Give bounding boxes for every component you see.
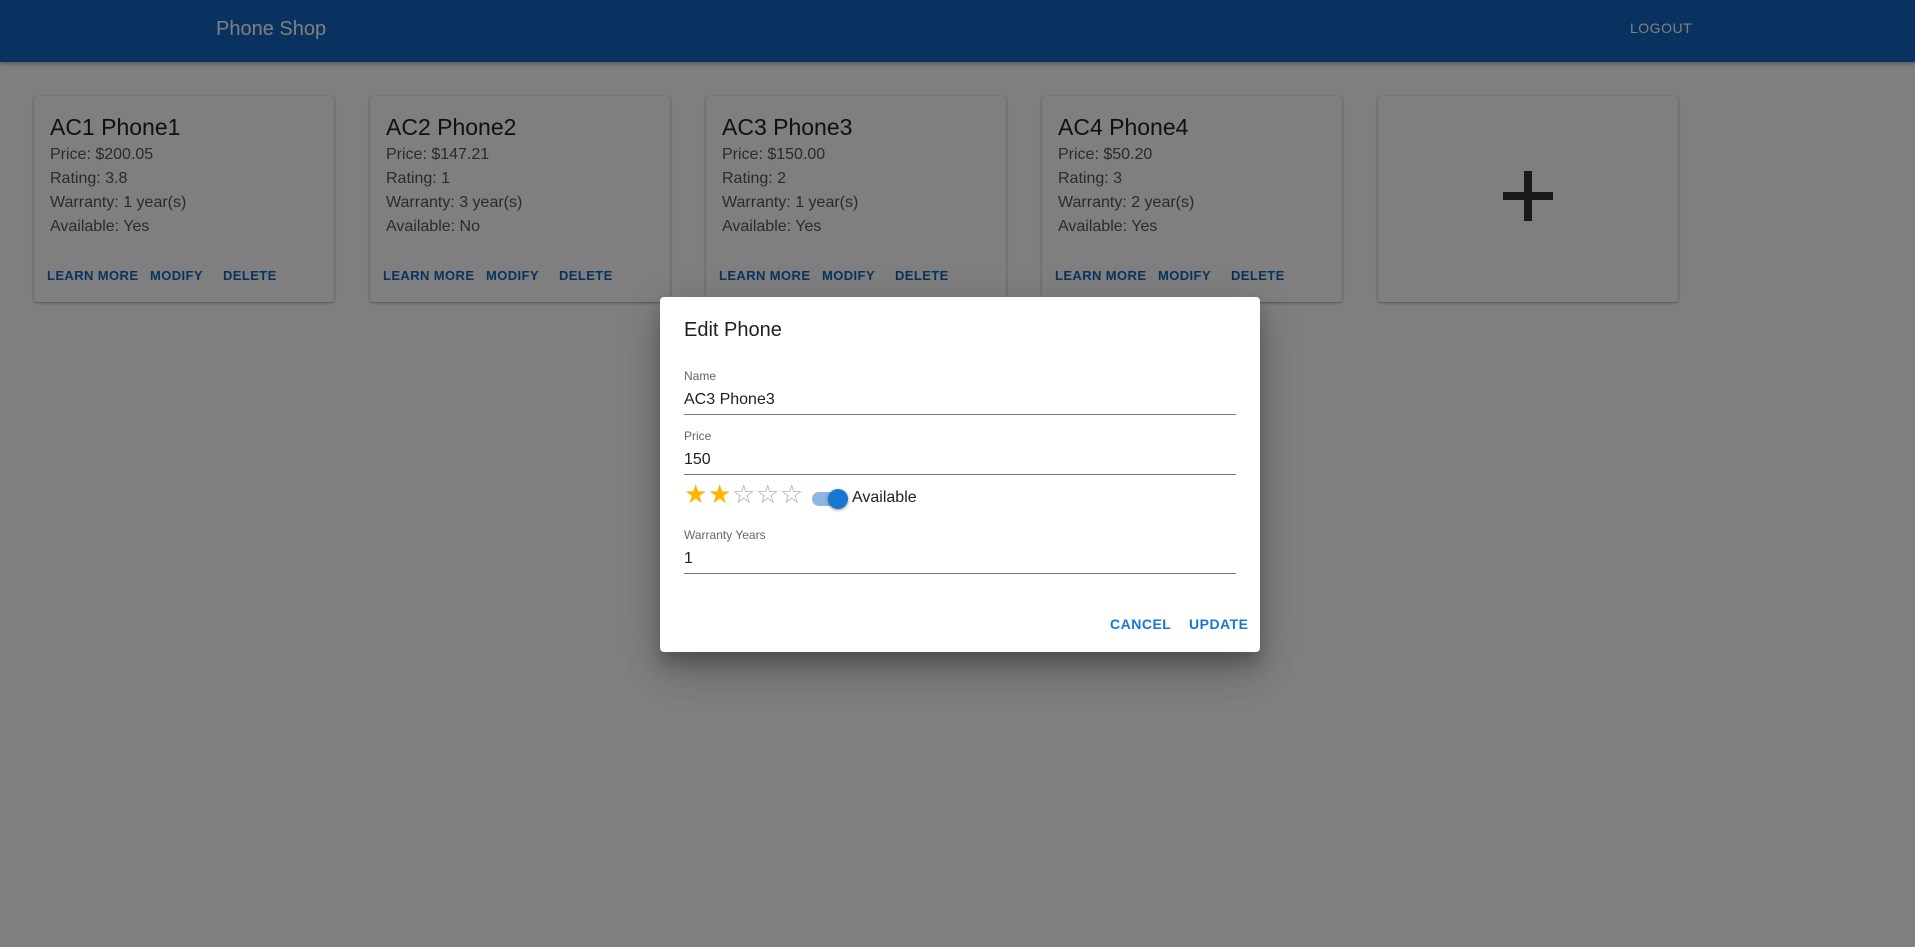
star-empty-icon[interactable]: ☆ xyxy=(732,481,755,507)
name-input[interactable] xyxy=(684,383,1236,415)
available-toggle[interactable] xyxy=(812,489,848,509)
edit-phone-dialog: Edit Phone Name Price ★★☆☆☆ Available Wa… xyxy=(660,297,1260,652)
star-empty-icon[interactable]: ☆ xyxy=(756,481,779,507)
dialog-title: Edit Phone xyxy=(684,319,782,341)
cancel-button[interactable]: CANCEL xyxy=(1110,616,1171,632)
star-filled-icon[interactable]: ★ xyxy=(708,481,731,507)
warranty-label: Warranty Years xyxy=(684,528,766,542)
star-filled-icon[interactable]: ★ xyxy=(684,481,707,507)
price-label: Price xyxy=(684,429,712,443)
price-input[interactable] xyxy=(684,443,1236,475)
available-label: Available xyxy=(852,489,917,506)
rating-availability-row: ★ ★ ☆ ☆ ☆ Available xyxy=(684,481,1236,511)
name-label: Name xyxy=(684,369,717,383)
warranty-input[interactable] xyxy=(684,542,1236,574)
toggle-thumb xyxy=(828,489,848,509)
star-empty-icon[interactable]: ☆ xyxy=(780,481,803,507)
update-button[interactable]: UPDATE xyxy=(1189,616,1249,632)
